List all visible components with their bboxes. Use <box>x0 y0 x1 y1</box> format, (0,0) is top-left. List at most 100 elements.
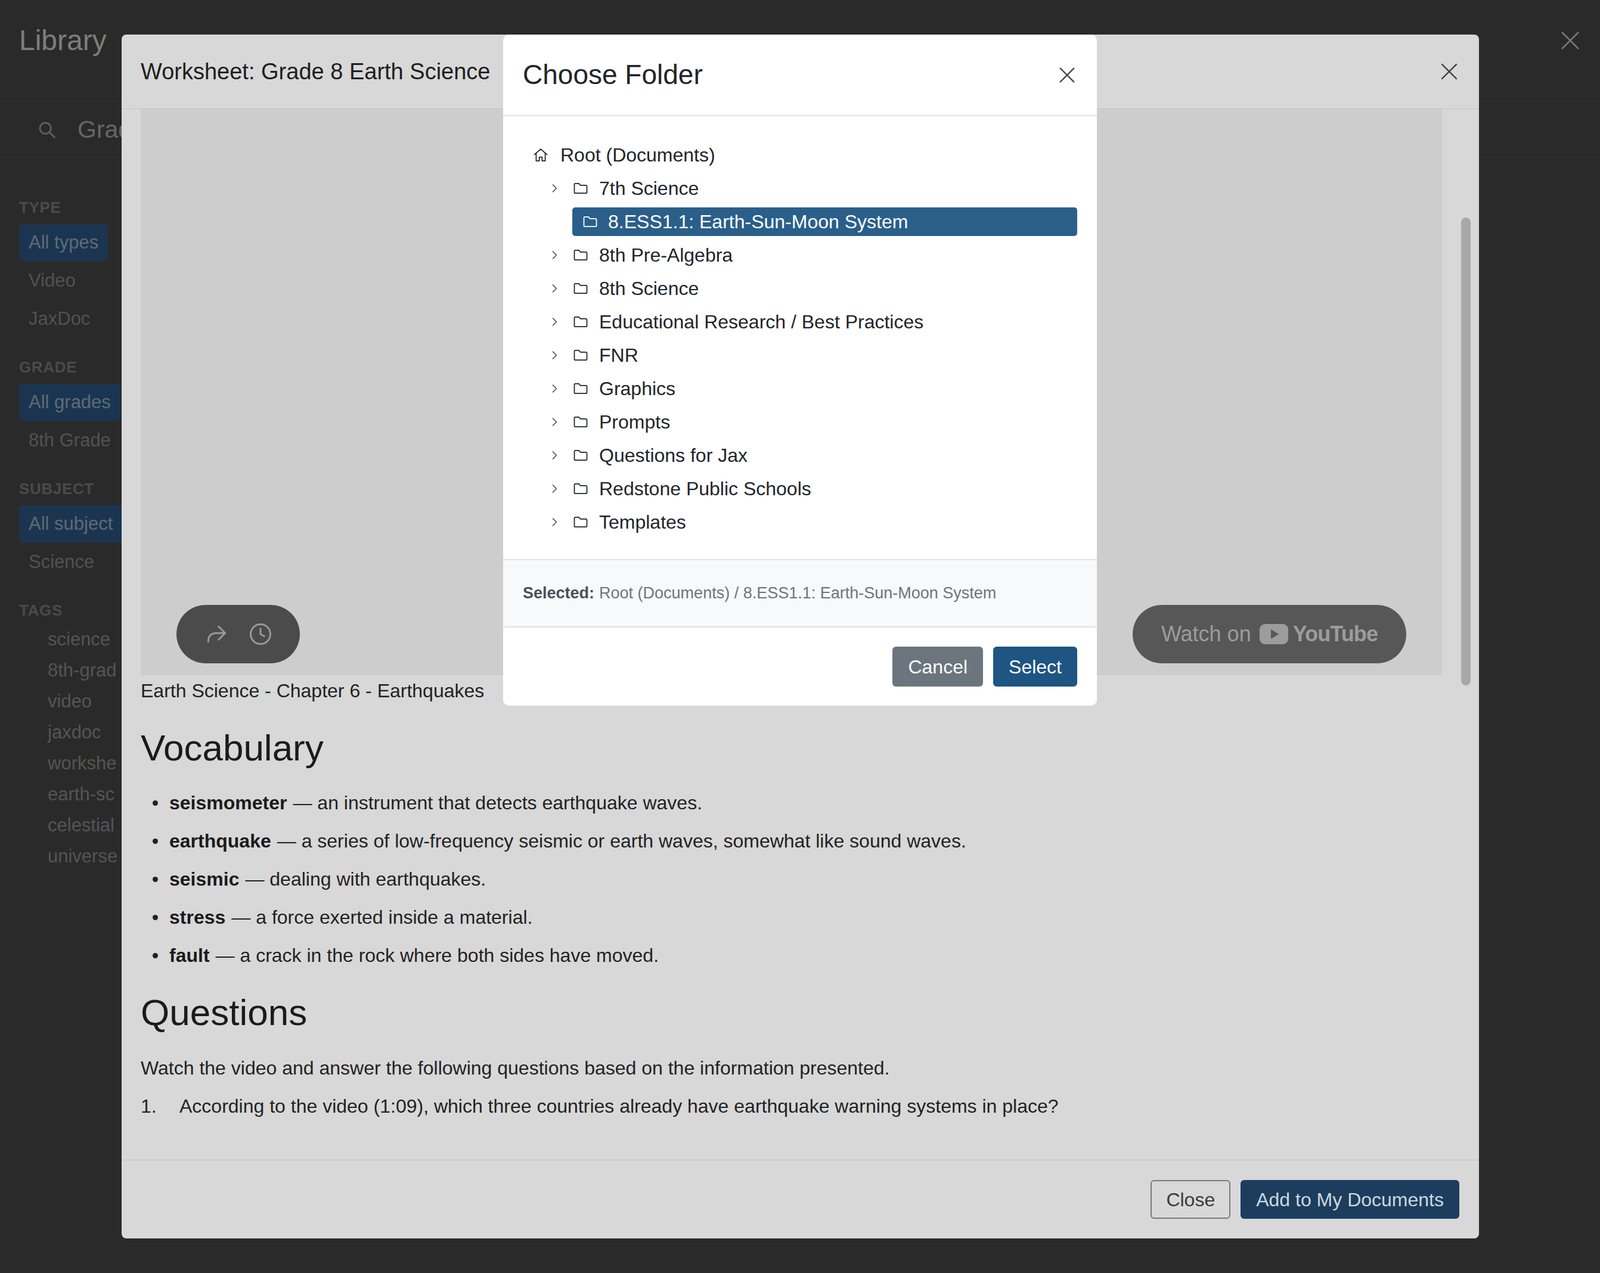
bullet-icon <box>152 838 158 845</box>
folder-icon <box>572 180 589 197</box>
watch-on-youtube-button[interactable]: Watch onYouTube <box>1132 605 1407 664</box>
folder-row[interactable]: Questions for Jax <box>522 438 1078 473</box>
chevron-right-icon[interactable] <box>548 182 561 195</box>
folder-row[interactable]: FNR <box>522 338 1078 372</box>
clock-icon[interactable] <box>247 621 274 648</box>
root-folder-label: Root (Documents) <box>560 140 716 170</box>
cancel-button[interactable]: Cancel <box>892 646 984 687</box>
folder-row[interactable]: 8.ESS1.1: Earth-Sun-Moon System <box>522 205 1078 239</box>
worksheet-title: Worksheet: Grade 8 Earth Science <box>140 54 491 89</box>
folder-label: Questions for Jax <box>599 441 748 470</box>
question-text: According to the video (1:09), which thr… <box>179 1094 1059 1119</box>
folder-row[interactable]: Templates <box>522 505 1078 539</box>
chevron-right-icon[interactable] <box>548 416 561 429</box>
tag-item[interactable]: universe <box>19 841 122 873</box>
vocabulary-definition: — a series of low-frequency seismic or e… <box>277 826 967 856</box>
filter-option-row: JaxDoc <box>19 299 122 339</box>
folder-row[interactable]: Redstone Public Schools <box>522 472 1078 506</box>
folder-icon <box>572 346 589 364</box>
folder-item[interactable]: 8th Pre-Algebra <box>572 240 1078 270</box>
vocabulary-term: fault <box>169 941 210 970</box>
question-number: 1. <box>140 1094 180 1119</box>
folder-row[interactable]: Graphics <box>522 371 1078 406</box>
folder-label: Educational Research / Best Practices <box>599 307 924 337</box>
chevron-right-icon[interactable] <box>548 382 561 395</box>
filter-option[interactable]: 8th Grade <box>19 422 121 460</box>
filter-option[interactable]: Video <box>19 262 86 300</box>
selected-path: Root (Documents) / 8.ESS1.1: Earth-Sun-M… <box>599 581 997 606</box>
bullet-icon <box>152 876 158 883</box>
filter-heading: TYPE <box>19 198 122 217</box>
filter-section: SUBJECTAll subjectScience <box>19 479 122 582</box>
close-icon[interactable] <box>1438 60 1460 83</box>
filter-option[interactable]: All types <box>19 224 108 262</box>
folder-label: 8.ESS1.1: Earth-Sun-Moon System <box>608 207 908 237</box>
search-icon <box>36 119 58 141</box>
tag-item[interactable]: jaxdoc <box>19 717 122 749</box>
close-button[interactable]: Close <box>1150 1180 1231 1220</box>
tag-item[interactable]: video <box>19 686 122 718</box>
tag-item[interactable]: celestial <box>19 810 122 842</box>
folder-icon <box>572 413 589 431</box>
tag-item[interactable]: earth-sc <box>19 779 122 811</box>
chevron-right-icon[interactable] <box>548 315 561 328</box>
chevron-right-icon[interactable] <box>548 482 561 495</box>
chevron-right-icon[interactable] <box>548 249 561 262</box>
filter-option[interactable]: All grades <box>19 383 121 421</box>
tag-item[interactable]: workshe <box>19 748 122 780</box>
folder-item[interactable]: Prompts <box>572 407 1078 437</box>
folder-item[interactable]: 7th Science <box>572 174 1078 203</box>
folder-item[interactable]: FNR <box>572 340 1078 370</box>
dialog-title: Choose Folder <box>522 54 703 96</box>
add-to-documents-button[interactable]: Add to My Documents <box>1240 1180 1460 1220</box>
vocabulary-list: seismometer— an instrument that detects … <box>140 783 1443 975</box>
filter-option[interactable]: Science <box>19 543 104 581</box>
folder-row[interactable]: 7th Science <box>522 171 1078 206</box>
filter-option-row: 8th Grade <box>19 421 122 460</box>
folder-icon <box>572 246 589 264</box>
folder-item[interactable]: Educational Research / Best Practices <box>572 307 1078 337</box>
root-folder-row[interactable]: Root (Documents) <box>522 138 1078 172</box>
folder-row[interactable]: 8th Pre-Algebra <box>522 238 1078 272</box>
folder-icon <box>572 480 589 498</box>
folder-item[interactable]: 8.ESS1.1: Earth-Sun-Moon System <box>572 207 1078 237</box>
folder-item[interactable]: Redstone Public Schools <box>572 474 1078 504</box>
folder-label: FNR <box>599 340 639 370</box>
filter-option-row: All subject <box>19 504 122 544</box>
folder-item[interactable]: 8th Science <box>572 274 1078 303</box>
bullet-icon <box>152 915 158 921</box>
chevron-right-icon[interactable] <box>548 449 561 462</box>
folder-label: Prompts <box>599 407 671 437</box>
select-button[interactable]: Select <box>993 646 1078 687</box>
choose-folder-dialog: Choose Folder Root (Documents) 7th Science… <box>503 34 1097 706</box>
share-icon[interactable] <box>203 621 230 648</box>
chevron-slot <box>548 482 561 495</box>
close-icon[interactable] <box>1558 28 1583 53</box>
chevron-right-icon[interactable] <box>548 282 561 295</box>
folder-item[interactable]: Templates <box>572 507 1078 537</box>
questions-heading: Questions <box>140 990 1443 1035</box>
vocabulary-definition: — dealing with earthquakes. <box>245 864 486 894</box>
folder-row[interactable]: Educational Research / Best Practices <box>522 305 1078 339</box>
vocabulary-item: seismic— dealing with earthquakes. <box>140 860 1443 899</box>
folder-item[interactable]: Questions for Jax <box>572 441 1078 470</box>
worksheet-footer: CloseAdd to My Documents <box>121 1160 1479 1239</box>
tag-item[interactable]: 8th-grad <box>19 655 122 687</box>
scrollbar-thumb[interactable] <box>1461 217 1471 686</box>
vocabulary-definition: — a force exerted inside a material. <box>231 903 533 932</box>
folder-item[interactable]: Graphics <box>572 374 1078 403</box>
filter-option[interactable]: JaxDoc <box>19 300 100 338</box>
video-actions <box>176 605 300 664</box>
filter-option[interactable]: All subject <box>19 505 122 543</box>
folder-row[interactable]: Prompts <box>522 405 1078 439</box>
chevron-right-icon[interactable] <box>548 349 561 362</box>
chevron-slot <box>548 215 561 228</box>
folder-label: Redstone Public Schools <box>599 474 812 504</box>
folder-row[interactable]: 8th Science <box>522 271 1078 306</box>
tag-item[interactable]: science <box>19 624 122 656</box>
close-icon[interactable] <box>1056 64 1078 86</box>
watch-label: Watch on <box>1161 618 1252 651</box>
chevron-right-icon[interactable] <box>548 516 561 529</box>
filter-sidebar: TYPEAll typesVideoJaxDocGRADEAll grades8… <box>0 157 122 873</box>
folder-icon <box>581 213 599 231</box>
